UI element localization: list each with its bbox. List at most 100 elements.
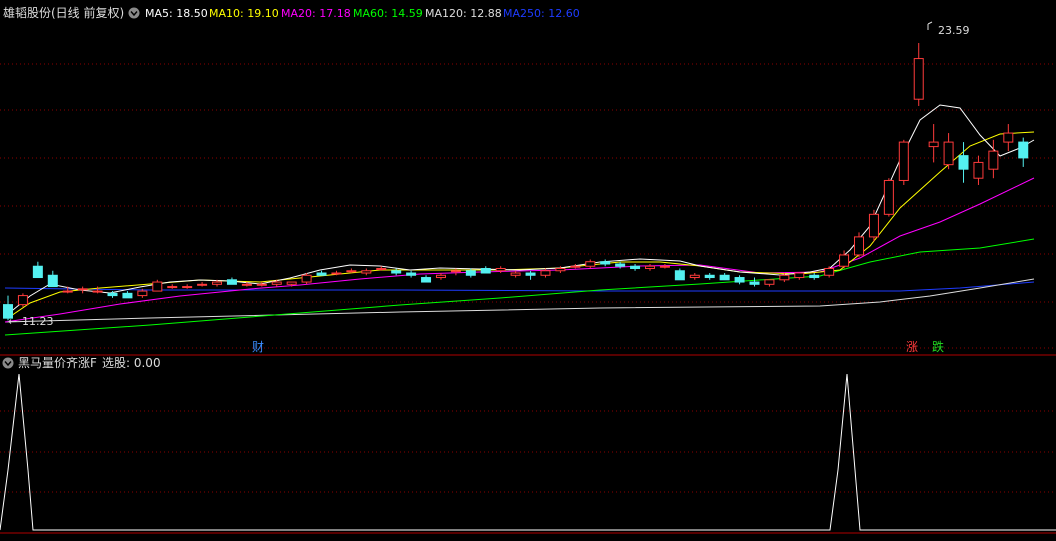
candle-body-up — [764, 279, 775, 285]
moving-average-lines — [4, 104, 1035, 336]
candle-body-up — [928, 141, 939, 148]
candle-body-down — [630, 265, 641, 270]
candle-body-up — [973, 161, 984, 179]
ma20-legend: MA20: 17.18 — [281, 7, 351, 20]
candle-body-down — [316, 272, 327, 276]
candle-body-up — [346, 270, 357, 273]
candle-body-up — [913, 58, 924, 100]
indicator-value: 选股: 0.00 — [102, 356, 161, 370]
candle[interactable] — [585, 259, 596, 269]
candle[interactable] — [600, 259, 611, 267]
candle[interactable] — [704, 273, 715, 280]
indicator-panel-header: 黑马量价齐涨F 选股: 0.00 — [2, 355, 161, 370]
candle[interactable] — [361, 268, 372, 276]
candle[interactable] — [1018, 137, 1029, 167]
candle[interactable] — [316, 270, 327, 276]
candle[interactable] — [674, 268, 685, 281]
candle-body-up — [555, 268, 566, 272]
candle-body-up — [943, 141, 954, 166]
candle[interactable] — [480, 266, 491, 274]
candle-body-down — [749, 281, 760, 285]
candle[interactable] — [943, 133, 954, 170]
candle-body-down — [615, 263, 626, 267]
candle[interactable] — [62, 286, 73, 294]
candle-body-up — [883, 179, 894, 215]
ma10-legend: MA10: 19.10 — [209, 7, 279, 20]
high-price-marker: 23.59 — [927, 21, 970, 37]
candle[interactable] — [406, 270, 417, 278]
candle[interactable] — [913, 43, 924, 106]
candle[interactable] — [17, 293, 28, 307]
candle[interactable] — [689, 273, 700, 280]
candle-body-up — [376, 268, 387, 271]
candle[interactable] — [958, 142, 969, 183]
candle[interactable] — [570, 263, 581, 269]
candle-body-up — [540, 270, 551, 276]
candle[interactable] — [32, 261, 43, 279]
candle[interactable] — [435, 273, 446, 280]
indicator-dropdown-icon[interactable] — [2, 357, 14, 369]
candle[interactable] — [226, 277, 237, 285]
candle-body-up — [495, 268, 506, 272]
candle-body-down — [674, 270, 685, 281]
low-price-arrow: ← — [8, 315, 17, 328]
candle[interactable] — [719, 273, 730, 281]
candle-body-up — [212, 281, 223, 285]
candle[interactable] — [868, 209, 879, 242]
candle[interactable] — [182, 284, 193, 289]
candle-body-down — [226, 279, 237, 285]
candle[interactable] — [809, 273, 820, 280]
candle[interactable] — [898, 139, 909, 185]
candle-body-up — [450, 270, 461, 273]
candle-body-down — [525, 272, 536, 276]
candle[interactable] — [749, 277, 760, 287]
high-price-label: 23.59 — [938, 24, 970, 37]
candle[interactable] — [973, 155, 984, 185]
candle[interactable] — [734, 275, 745, 285]
candle[interactable] — [122, 291, 133, 299]
candle[interactable] — [928, 124, 939, 163]
candle[interactable] — [659, 263, 670, 269]
candle[interactable] — [77, 286, 88, 294]
candle-body-up — [644, 265, 655, 270]
candle[interactable] — [525, 270, 536, 280]
candle[interactable] — [644, 263, 655, 271]
low-price-label: 11.23 — [22, 315, 54, 328]
candle[interactable] — [1003, 124, 1014, 152]
candle-body-down — [421, 277, 432, 283]
candle-body-up — [570, 265, 581, 268]
candle[interactable] — [883, 178, 894, 217]
candle-body-up — [689, 274, 700, 279]
candle-body-up — [62, 290, 73, 293]
candle-body-down — [704, 274, 715, 279]
event-marker-rise[interactable]: 涨 — [906, 339, 918, 354]
candle-body-up — [331, 272, 342, 275]
candle[interactable] — [47, 270, 58, 288]
ma250-legend: MA250: 12.60 — [503, 7, 580, 20]
candle-body-up — [197, 283, 208, 286]
candle[interactable] — [630, 263, 641, 271]
grid-lines — [0, 63, 1056, 493]
event-marker-finance[interactable]: 财 — [252, 340, 264, 354]
candle[interactable] — [764, 279, 775, 287]
candle-body-down — [719, 274, 730, 281]
candle-body-down — [107, 292, 118, 297]
candle[interactable] — [794, 272, 805, 280]
candle-body-down — [600, 261, 611, 265]
candle[interactable] — [421, 275, 432, 283]
candle-body-up — [92, 290, 103, 293]
candle-body-up — [182, 286, 193, 289]
header-dropdown-icon[interactable] — [128, 7, 140, 19]
candle-body-down — [1018, 141, 1029, 159]
candle[interactable] — [197, 282, 208, 287]
candle[interactable] — [167, 284, 178, 289]
candle-body-up — [839, 254, 850, 267]
candle[interactable] — [510, 270, 521, 278]
candle-body-down — [32, 265, 43, 279]
candle-body-up — [898, 141, 909, 181]
stock-chart[interactable]: 23.59 ← 11.23 财 涨 跌 雄韬股份(日线 前复权) MA5: 18… — [0, 0, 1056, 541]
candle[interactable] — [152, 279, 163, 292]
candle-body-up — [510, 272, 521, 276]
candle-body-up — [361, 270, 372, 274]
event-marker-fall[interactable]: 跌 — [932, 339, 944, 354]
